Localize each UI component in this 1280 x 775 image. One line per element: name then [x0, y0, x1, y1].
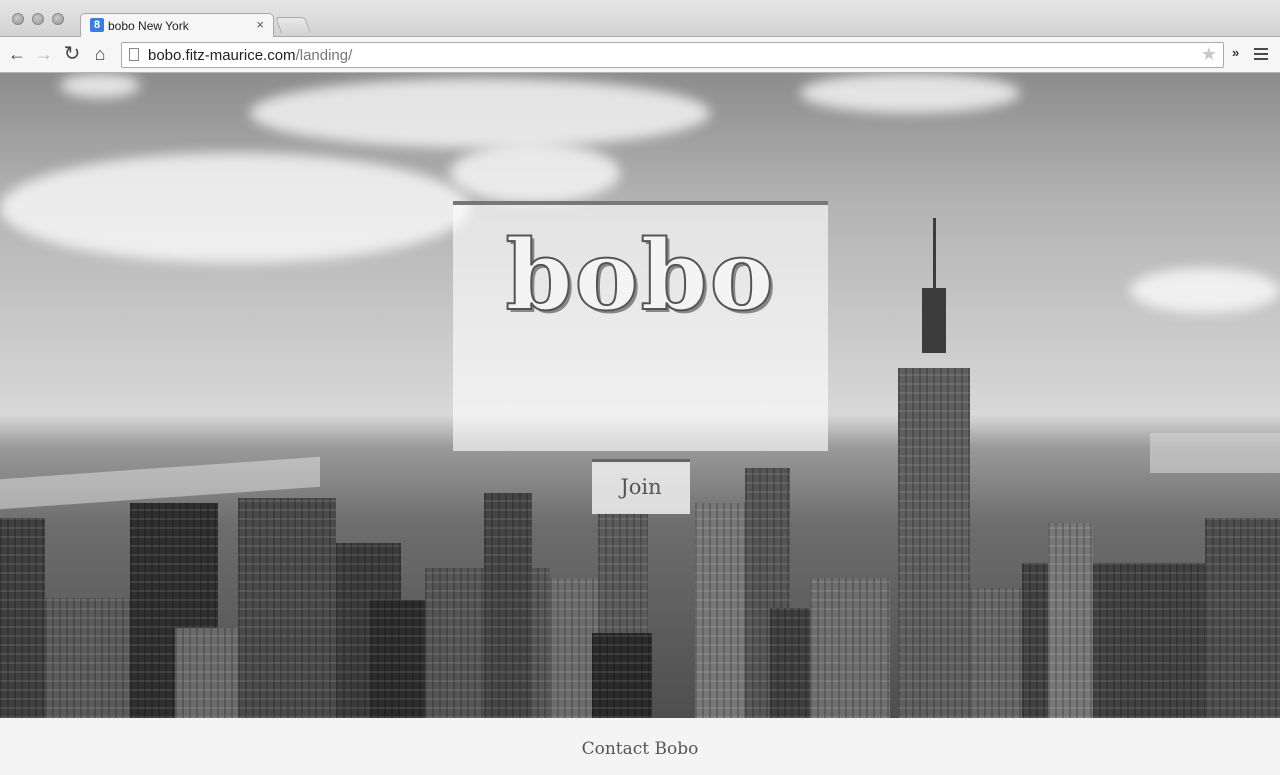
cloud-shape: [800, 73, 1020, 113]
reload-icon[interactable]: ↻: [62, 44, 82, 64]
empire-state-building-shape: [898, 368, 970, 718]
river-shape: [1150, 433, 1280, 473]
window-maximize-button[interactable]: [52, 13, 64, 25]
browser-toolbar: ← → ↻ ⌂ bobo.fitz-maurice.com/landing/ ★…: [0, 37, 1280, 73]
contact-link[interactable]: Contact Bobo: [0, 739, 1280, 759]
antenna-shape: [933, 218, 936, 293]
url-host: bobo.fitz-maurice.com: [148, 47, 296, 64]
forward-arrow-icon[interactable]: →: [34, 44, 54, 64]
cloud-shape: [250, 78, 710, 148]
cloud-shape: [0, 153, 470, 263]
new-tab-button[interactable]: [275, 17, 311, 33]
window-minimize-button[interactable]: [32, 13, 44, 25]
tab-title: bobo New York: [108, 19, 189, 33]
building-shape: [484, 493, 532, 718]
building-shape: [0, 518, 45, 718]
address-bar[interactable]: bobo.fitz-maurice.com/landing/ ★: [121, 42, 1224, 68]
building-shape: [970, 588, 1025, 718]
join-button[interactable]: Join: [592, 459, 690, 514]
back-arrow-icon[interactable]: ←: [7, 44, 27, 64]
page-footer: Contact Bobo: [0, 718, 1280, 775]
browser-tab-active[interactable]: 8 bobo New York ×: [80, 13, 274, 38]
url-text[interactable]: bobo.fitz-maurice.com/landing/: [148, 47, 352, 64]
page-icon: [129, 48, 139, 61]
building-shape: [238, 498, 336, 718]
home-icon[interactable]: ⌂: [90, 44, 110, 64]
google-favicon-icon: 8: [90, 18, 104, 32]
url-path: /landing/: [295, 47, 353, 64]
building-shape: [1205, 518, 1280, 718]
hamburger-menu-icon[interactable]: [1254, 48, 1268, 63]
logo-panel: bobo: [453, 201, 828, 451]
building-shape: [175, 628, 240, 718]
bookmark-star-icon[interactable]: ★: [1201, 44, 1217, 65]
window-close-button[interactable]: [12, 13, 24, 25]
tab-close-icon[interactable]: ×: [256, 17, 264, 32]
cloud-shape: [60, 73, 140, 98]
cloud-shape: [1130, 268, 1280, 313]
window-titlebar: 8 bobo New York ×: [0, 0, 1280, 38]
building-shape: [810, 578, 890, 718]
building-spire-shape: [922, 288, 946, 353]
building-shape: [592, 633, 652, 718]
hero-city-background: bobo Join: [0, 73, 1280, 718]
cloud-shape: [450, 143, 620, 203]
extensions-overflow-button[interactable]: »: [1232, 45, 1239, 60]
building-shape: [1048, 523, 1093, 718]
building-shape: [45, 598, 130, 718]
site-logo[interactable]: bobo: [453, 218, 828, 333]
